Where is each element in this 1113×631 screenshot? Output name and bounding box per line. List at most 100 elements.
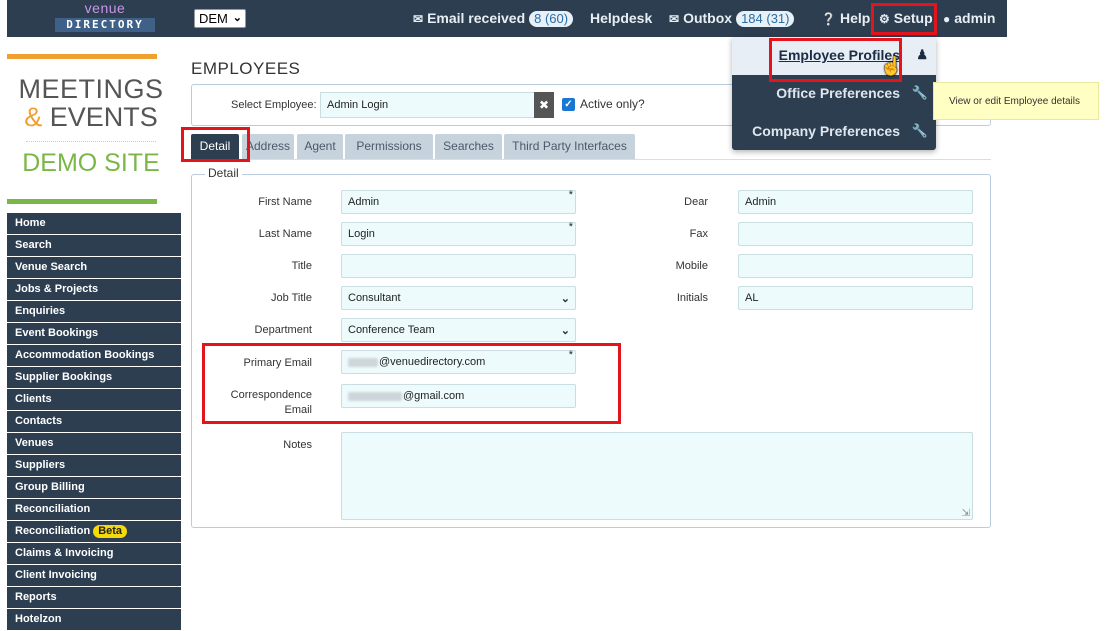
logo-line-1: venue <box>84 0 126 16</box>
outbox-link[interactable]: ✉ Outbox 184 (31) <box>669 10 795 28</box>
sidebar-item-venue-search[interactable]: Venue Search <box>7 257 181 278</box>
brand-bottom-stripe <box>7 199 157 204</box>
logo-line-2: DIRECTORY <box>55 18 155 32</box>
sidebar-item-label: Reconciliation <box>15 525 91 537</box>
brand-ampersand: & <box>24 102 43 132</box>
envelope-icon: ✉ <box>413 12 424 26</box>
initials-field[interactable]: AL <box>738 286 973 310</box>
sidebar-item-enquiries[interactable]: Enquiries <box>7 301 181 322</box>
sidebar-item-jobs-projects[interactable]: Jobs & Projects <box>7 279 181 300</box>
sidebar-item-group-billing[interactable]: Group Billing <box>7 477 181 498</box>
dear-field[interactable]: Admin <box>738 190 973 214</box>
mobile-label: Mobile <box>675 260 708 272</box>
brand-line-1: MEETINGS <box>18 74 164 104</box>
help-link[interactable]: ❔ Help <box>821 10 870 28</box>
page-title: EMPLOYEES <box>191 59 301 78</box>
first-name-label: First Name <box>258 196 312 208</box>
email-count-badge: 8 (60) <box>529 11 574 27</box>
last-name-field[interactable]: Login * <box>341 221 576 246</box>
hand-cursor-icon: ☝ <box>880 56 903 76</box>
setup-highlight-box <box>871 3 937 35</box>
tab-agent[interactable]: Agent <box>297 134 343 159</box>
outbox-label: Outbox <box>683 10 733 26</box>
sidebar-item-search[interactable]: Search <box>7 235 181 256</box>
title-label: Title <box>291 260 312 272</box>
fax-field[interactable] <box>738 222 973 246</box>
title-field[interactable] <box>341 254 576 278</box>
required-marker: * <box>568 221 573 233</box>
menu-item-company-preferences[interactable]: Company Preferences 🔧 <box>732 113 936 151</box>
select-employee-input[interactable]: Admin Login <box>320 92 535 118</box>
fax-label: Fax <box>689 228 708 240</box>
detail-tab-highlight-box <box>181 127 250 162</box>
resize-handle-icon[interactable]: ⇲ <box>962 508 970 519</box>
menu-item-label: Office Preferences <box>776 85 900 101</box>
email-highlight-box <box>202 343 621 424</box>
sidebar-item-contacts[interactable]: Contacts <box>7 411 181 432</box>
chevron-down-icon: ⌄ <box>232 12 242 24</box>
helpdesk-link[interactable]: Helpdesk <box>590 10 652 27</box>
sidebar-item-clients[interactable]: Clients <box>7 389 181 410</box>
sidebar-item-reconciliation[interactable]: Reconciliation <box>7 499 181 520</box>
active-only-label: Active only? <box>580 97 645 111</box>
clear-icon[interactable]: ✖ <box>534 92 554 118</box>
top-navbar: venue DIRECTORY DEM ⌄ ✉ Email received 8 (… <box>7 0 1007 37</box>
tab-permissions[interactable]: Permissions <box>345 134 433 159</box>
company-select[interactable]: DEM ⌄ <box>194 9 246 28</box>
department-select[interactable]: Conference Team ⌄ <box>341 318 576 342</box>
mobile-field[interactable] <box>738 254 973 278</box>
select-employee-label: Select Employee: <box>231 99 317 111</box>
department-value: Conference Team <box>348 324 435 336</box>
sidebar-item-reconciliation-beta[interactable]: Reconciliation Beta <box>7 521 181 542</box>
first-name-field[interactable]: Admin * <box>341 189 576 214</box>
user-label: admin <box>954 10 996 26</box>
first-name-value: Admin <box>348 196 380 208</box>
sidebar-item-accommodation-bookings[interactable]: Accommodation Bookings <box>7 345 181 366</box>
sidebar-menu: Home Search Venue Search Jobs & Projects… <box>7 213 181 631</box>
meetings-events-logo: MEETINGS & EVENTS DEMO SITE <box>7 75 175 178</box>
last-name-label: Last Name <box>258 228 312 240</box>
wrench-icon: 🔧 <box>911 123 928 138</box>
email-received-label: Email received <box>427 10 526 26</box>
user-menu[interactable]: ● admin <box>943 10 995 28</box>
required-marker: * <box>568 189 573 201</box>
detail-legend: Detail <box>205 166 242 180</box>
job-title-select[interactable]: Consultant ⌄ <box>341 286 576 310</box>
department-label: Department <box>254 324 312 336</box>
last-name-value: Login <box>348 228 375 240</box>
email-received-link[interactable]: ✉ Email received 8 (60) <box>413 10 574 28</box>
user-icon: ● <box>943 12 951 26</box>
outbox-count-badge: 184 (31) <box>736 11 795 27</box>
sidebar-item-event-bookings[interactable]: Event Bookings <box>7 323 181 344</box>
job-title-value: Consultant <box>348 292 401 304</box>
tab-divider <box>191 159 991 160</box>
sidebar-item-claims-invoicing[interactable]: Claims & Invoicing <box>7 543 181 564</box>
sidebar-item-suppliers[interactable]: Suppliers <box>7 455 181 476</box>
sidebar-item-client-invoicing[interactable]: Client Invoicing <box>7 565 181 586</box>
sidebar-item-reports[interactable]: Reports <box>7 587 181 608</box>
brand-divider <box>26 141 156 142</box>
job-title-label: Job Title <box>271 292 312 304</box>
brand-line-2: & EVENTS <box>7 103 175 131</box>
users-icon: ♟ <box>916 47 928 62</box>
tab-searches[interactable]: Searches <box>435 134 502 159</box>
brand-demo-site: DEMO SITE <box>22 149 160 177</box>
active-only-checkbox[interactable]: ✓ <box>562 98 575 111</box>
tab-third-party-interfaces[interactable]: Third Party Interfaces <box>504 134 635 159</box>
sidebar-item-hotelzon[interactable]: Hotelzon <box>7 609 181 630</box>
tooltip: View or edit Employee details <box>933 82 1099 120</box>
sidebar-item-supplier-bookings[interactable]: Supplier Bookings <box>7 367 181 388</box>
dear-label: Dear <box>684 196 708 208</box>
sidebar-item-home[interactable]: Home <box>7 213 181 234</box>
company-select-value: DEM <box>199 11 228 26</box>
chevron-down-icon: ⌄ <box>560 293 570 305</box>
notes-label: Notes <box>283 439 312 451</box>
chevron-down-icon: ⌄ <box>560 325 570 337</box>
beta-badge: Beta <box>93 525 128 538</box>
brand-line-2-text: EVENTS <box>49 102 158 132</box>
sidebar-item-venues[interactable]: Venues <box>7 433 181 454</box>
venue-directory-logo[interactable]: venue DIRECTORY <box>55 0 155 34</box>
notes-textarea[interactable]: ⇲ <box>341 432 973 520</box>
help-label: Help <box>839 10 871 26</box>
initials-label: Initials <box>676 292 708 304</box>
